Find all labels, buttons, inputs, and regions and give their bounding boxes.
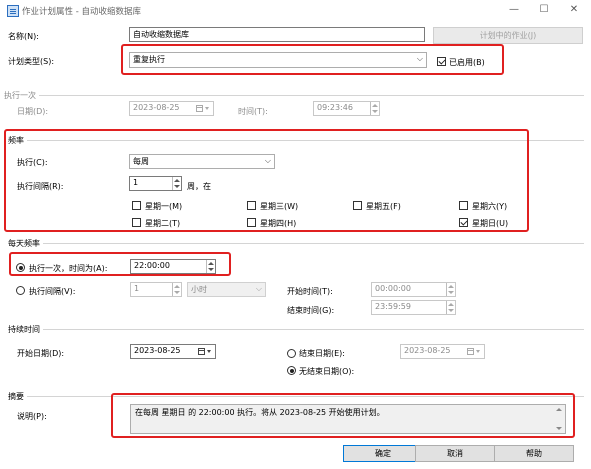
occurs-every-value: 1: [134, 284, 140, 293]
one-time-date-value: 2023-08-25: [133, 103, 180, 112]
one-time-date-input[interactable]: 2023-08-25: [129, 101, 214, 116]
name-label: 名称(N):: [8, 32, 39, 41]
calendar-icon[interactable]: [467, 347, 481, 356]
duration-section-title: 持续时间: [8, 324, 43, 335]
ok-button[interactable]: 确定: [343, 445, 423, 462]
calendar-icon[interactable]: [198, 347, 212, 356]
minimize-button[interactable]: —: [502, 2, 526, 18]
one-time-divider: [8, 95, 584, 96]
cancel-button[interactable]: 取消: [415, 445, 495, 462]
summary-section-title: 摘要: [8, 391, 27, 402]
starting-at-spinner[interactable]: [446, 283, 455, 296]
one-time-time-input[interactable]: 09:23:46: [313, 101, 380, 116]
daily-frequency-divider: [8, 243, 584, 244]
ending-at-value: 23:59:59: [375, 302, 411, 311]
window-title: 作业计划属性 - 自动收缩数据库: [22, 7, 141, 17]
duration-divider: [8, 329, 584, 330]
highlight-box-occurs-once: [9, 252, 231, 276]
occurs-every-spinner[interactable]: [172, 283, 181, 296]
no-end-date-radio[interactable]: [287, 366, 296, 375]
name-input[interactable]: 自动收缩数据库: [129, 27, 425, 42]
occurs-every-unit-select[interactable]: 小时 ⌵: [187, 282, 266, 297]
start-date-value: 2023-08-25: [134, 346, 181, 355]
occurs-every-input[interactable]: 1: [130, 282, 182, 297]
close-button[interactable]: ✕: [562, 2, 586, 18]
calendar-icon[interactable]: [196, 104, 210, 113]
schedule-app-icon: [7, 5, 19, 17]
one-time-date-label: 日期(D):: [17, 107, 49, 116]
one-time-section-title: 执行一次: [4, 90, 39, 101]
occurs-every-radio[interactable]: [16, 286, 25, 295]
end-date-value: 2023-08-25: [404, 346, 451, 355]
start-date-label: 开始日期(D):: [17, 349, 65, 358]
title-bar: 作业计划属性 - 自动收缩数据库 — ☐ ✕: [0, 0, 591, 22]
one-time-time-value: 09:23:46: [317, 103, 353, 112]
one-time-time-label: 时间(T):: [238, 107, 268, 116]
schedule-type-label: 计划类型(S):: [8, 57, 55, 66]
description-label: 说明(P):: [17, 412, 47, 421]
starting-at-label: 开始时间(T):: [287, 287, 333, 296]
daily-frequency-section-title: 每天频率: [8, 238, 43, 249]
no-end-date-label: 无结束日期(O):: [299, 367, 355, 376]
end-date-input[interactable]: 2023-08-25: [400, 344, 485, 359]
starting-at-value: 00:00:00: [375, 284, 411, 293]
time-spinner[interactable]: [370, 102, 379, 115]
ending-at-label: 结束时间(G):: [287, 306, 335, 315]
start-date-input[interactable]: 2023-08-25: [130, 344, 216, 359]
maximize-button[interactable]: ☐: [532, 2, 556, 18]
ending-at-input[interactable]: 23:59:59: [371, 300, 456, 315]
ending-at-spinner[interactable]: [446, 301, 455, 314]
highlight-box-schedule-type: [121, 44, 504, 75]
end-date-label: 结束日期(E):: [299, 349, 345, 358]
occurs-every-label: 执行间隔(V):: [29, 287, 76, 296]
jobs-in-schedule-button[interactable]: 计划中的作业(J): [433, 27, 583, 44]
end-date-radio[interactable]: [287, 349, 296, 358]
chevron-down-icon: ⌵: [255, 284, 262, 293]
starting-at-input[interactable]: 00:00:00: [371, 282, 456, 297]
help-button[interactable]: 帮助: [494, 445, 574, 462]
occurs-every-unit-value: 小时: [191, 285, 207, 294]
highlight-box-summary: [111, 393, 575, 438]
highlight-box-frequency: [4, 129, 529, 232]
